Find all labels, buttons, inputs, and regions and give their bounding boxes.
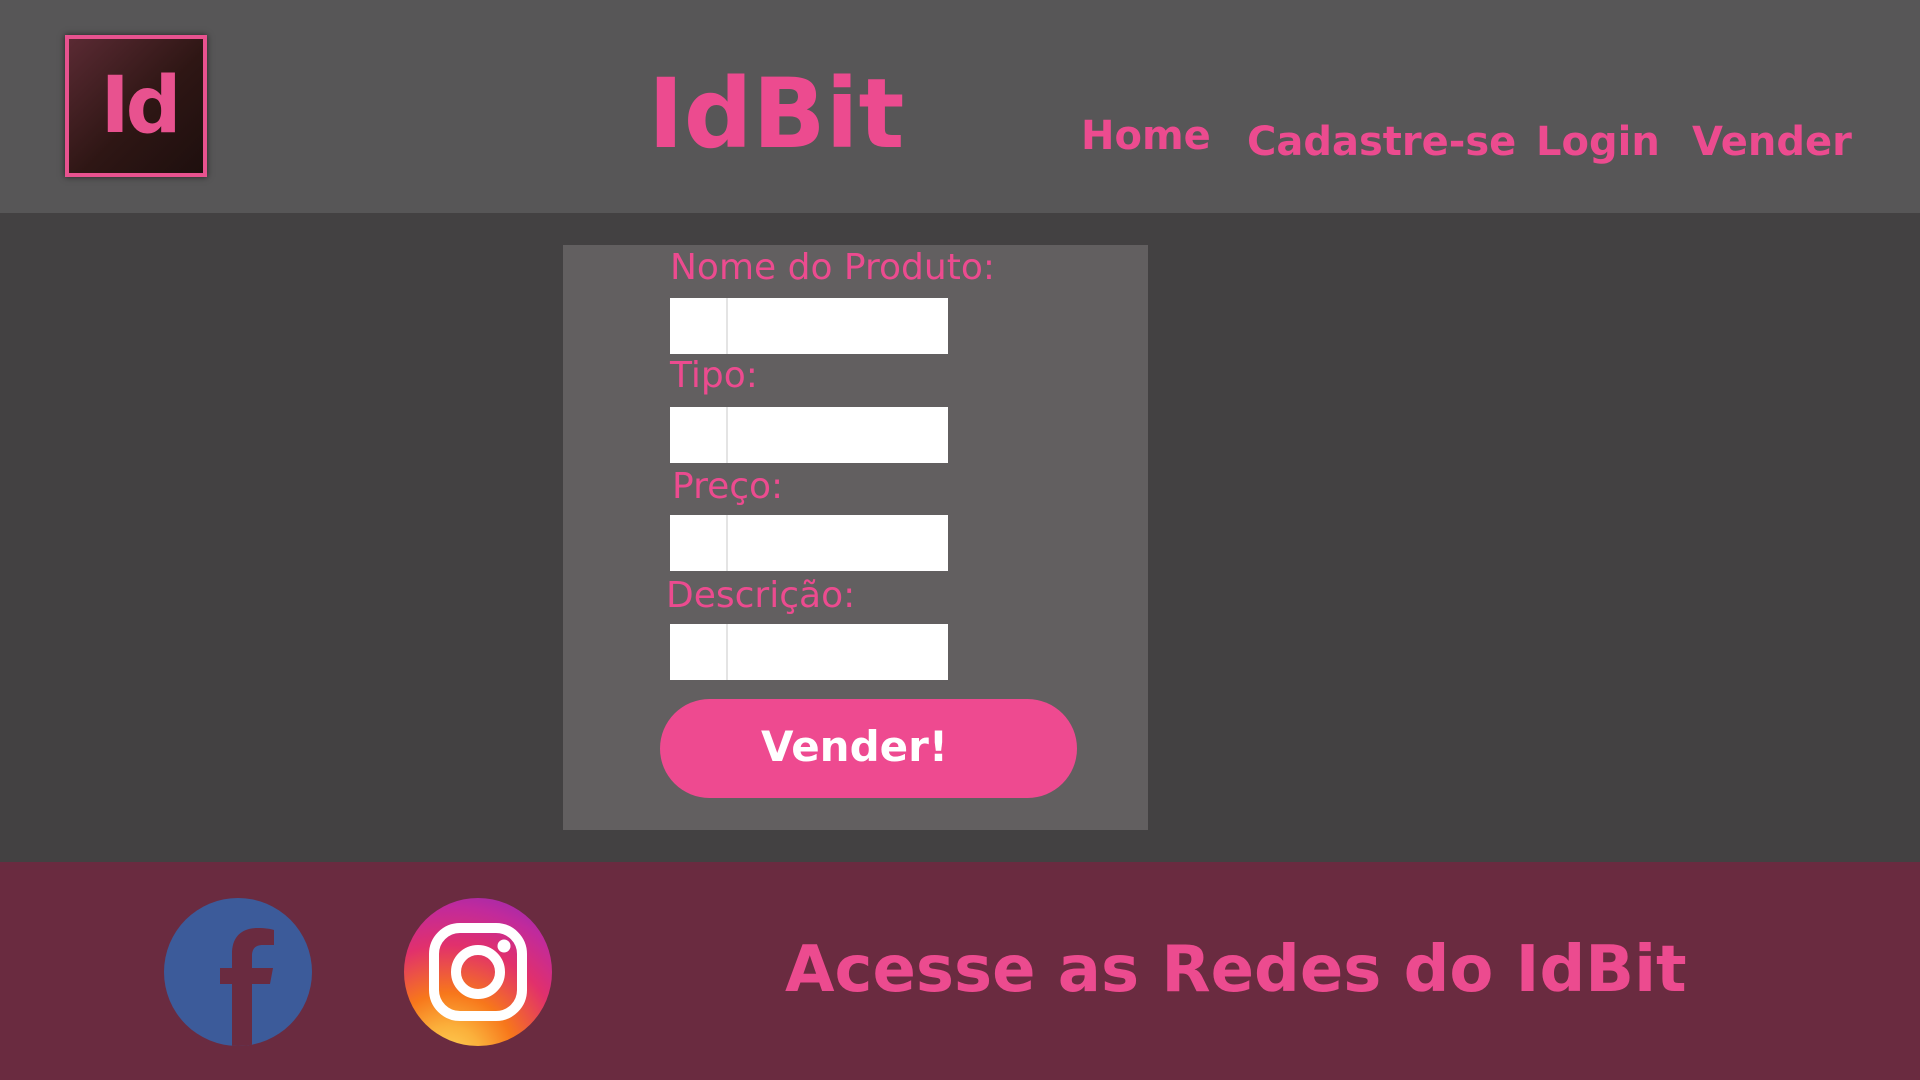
product-name-label: Nome do Produto: — [670, 247, 995, 288]
description-label: Descrição: — [666, 575, 856, 616]
product-name-input[interactable] — [670, 298, 948, 354]
app-root: Id IdBit Home Cadastre-se Login Vender N… — [0, 0, 1920, 1080]
nav-home-link[interactable]: Home — [1081, 112, 1211, 160]
type-input[interactable] — [670, 407, 948, 463]
nav-login-link[interactable]: Login — [1536, 118, 1660, 166]
price-label: Preço: — [672, 466, 784, 507]
header: Id IdBit Home Cadastre-se Login Vender — [0, 0, 1920, 213]
logo-text: Id — [100, 61, 182, 151]
indesign-logo-icon[interactable]: Id — [65, 35, 207, 177]
sell-submit-label: Vender! — [760, 722, 948, 771]
nav-cadastre-se-link[interactable]: Cadastre-se — [1247, 118, 1516, 166]
sell-submit-button[interactable]: Vender! — [660, 699, 1077, 798]
price-input[interactable] — [670, 515, 948, 571]
facebook-glyph-icon — [220, 928, 274, 1046]
footer-social-text: Acesse as Redes do IdBit — [785, 933, 1687, 1007]
brand-title: IdBit — [648, 58, 905, 170]
type-label: Tipo: — [670, 355, 758, 396]
nav-vender-link[interactable]: Vender — [1692, 118, 1852, 166]
description-input[interactable] — [670, 624, 948, 680]
instagram-glyph-icon — [429, 923, 527, 1021]
facebook-icon[interactable] — [164, 898, 312, 1046]
instagram-icon[interactable] — [404, 898, 552, 1046]
